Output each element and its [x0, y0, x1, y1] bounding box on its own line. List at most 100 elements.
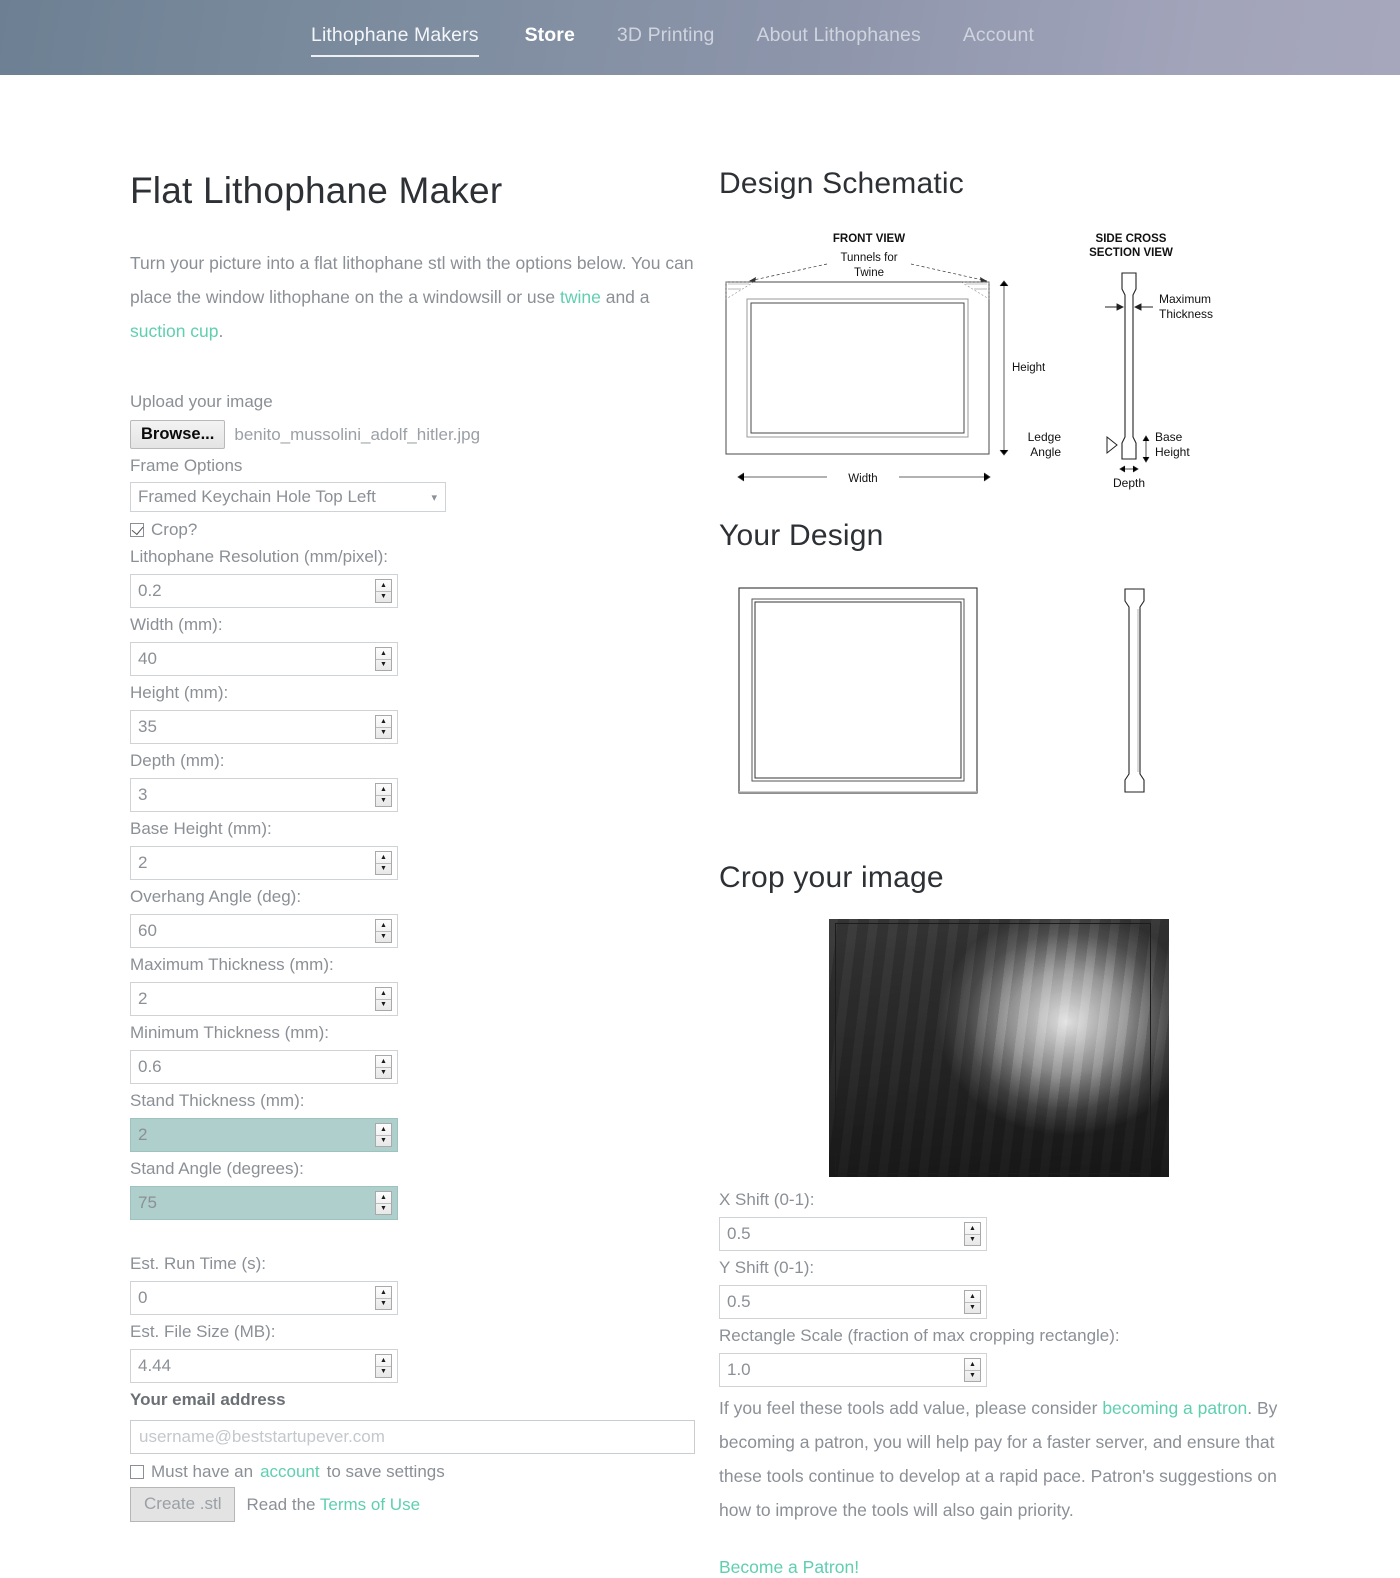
- crop-rectangle-overlay[interactable]: [835, 923, 1151, 1174]
- stepper-down-icon: ▼: [380, 1205, 387, 1213]
- nav-item-account[interactable]: Account: [963, 24, 1034, 55]
- stepper-up-icon[interactable]: ▲: [965, 1359, 980, 1371]
- stepper-est-run-time[interactable]: ▲ ▼: [375, 1286, 392, 1310]
- input-est-run-time[interactable]: 0 ▲ ▼: [130, 1281, 398, 1315]
- stepper-stand-angle: ▲ ▼: [375, 1191, 392, 1215]
- stepper-up-icon[interactable]: ▲: [376, 852, 391, 864]
- stepper-down-icon[interactable]: ▼: [376, 660, 391, 671]
- input-maximum-thickness[interactable]: 2 ▲ ▼: [130, 982, 398, 1016]
- frame-options-select[interactable]: Framed Keychain Hole Top Left ▾: [130, 482, 446, 512]
- save-settings-row[interactable]: Must have an account to save settings: [130, 1462, 700, 1482]
- input-value: 2: [138, 853, 148, 872]
- field-label-stand-angle: Stand Angle (degrees):: [130, 1159, 304, 1178]
- field-label-run-time: Est. Run Time (s):: [130, 1254, 267, 1273]
- stepper-down-icon[interactable]: ▼: [376, 1367, 391, 1378]
- stepper-down-icon[interactable]: ▼: [376, 864, 391, 875]
- input-x-shift[interactable]: 0.5 ▲ ▼: [719, 1217, 987, 1251]
- input-value: 3: [138, 785, 148, 804]
- stepper-minimum-thickness[interactable]: ▲ ▼: [375, 1055, 392, 1079]
- email-input[interactable]: username@beststartupever.com: [130, 1420, 695, 1454]
- input-minimum-thickness[interactable]: 0.6 ▲ ▼: [130, 1050, 398, 1084]
- field-label-x-shift: X Shift (0-1):: [719, 1190, 815, 1209]
- base-height-dimension: [1142, 435, 1150, 463]
- twine-link[interactable]: twine: [560, 287, 601, 307]
- browse-button[interactable]: Browse...: [130, 420, 226, 449]
- nav-item-lithophane-makers[interactable]: Lithophane Makers: [311, 24, 479, 57]
- suction-cup-link[interactable]: suction cup: [130, 321, 219, 341]
- input-base-height[interactable]: 2 ▲ ▼: [130, 846, 398, 880]
- stepper-down-icon[interactable]: ▼: [376, 932, 391, 943]
- stepper-down-icon[interactable]: ▼: [376, 796, 391, 807]
- stepper-up-icon[interactable]: ▲: [376, 920, 391, 932]
- nav-item-store[interactable]: Store: [525, 24, 575, 55]
- input-rectangle-scale[interactable]: 1.0 ▲ ▼: [719, 1353, 987, 1387]
- stepper-up-icon[interactable]: ▲: [965, 1223, 980, 1235]
- stepper-up-icon[interactable]: ▲: [376, 1056, 391, 1068]
- stepper-up-icon[interactable]: ▲: [376, 988, 391, 1000]
- chevron-down-icon: ▾: [431, 491, 437, 504]
- field-label-width: Width (mm):: [130, 615, 223, 634]
- base-height-label-line-2: Height: [1155, 445, 1190, 459]
- stepper-est-file-size[interactable]: ▲ ▼: [375, 1354, 392, 1378]
- stepper-depth[interactable]: ▲ ▼: [375, 783, 392, 807]
- frame-options-label: Frame Options: [130, 456, 243, 475]
- crop-checkbox[interactable]: [130, 523, 144, 537]
- upload-label: Upload your image: [130, 392, 273, 411]
- stepper-up-icon[interactable]: ▲: [376, 648, 391, 660]
- stepper-height[interactable]: ▲ ▼: [375, 715, 392, 739]
- stepper-down-icon[interactable]: ▼: [376, 728, 391, 739]
- tunnels-label-line-2: Twine: [854, 267, 884, 279]
- stepper-up-icon[interactable]: ▲: [376, 784, 391, 796]
- stepper-down-icon[interactable]: ▼: [376, 1068, 391, 1079]
- field-label-resolution: Lithophane Resolution (mm/pixel):: [130, 547, 388, 566]
- crop-checkbox-label: Crop?: [151, 520, 198, 539]
- stepper-up-icon[interactable]: ▲: [376, 1287, 391, 1299]
- stepper-down-icon[interactable]: ▼: [376, 1000, 391, 1011]
- stepper-up-icon[interactable]: ▲: [376, 580, 391, 592]
- create-stl-button[interactable]: Create .stl: [130, 1487, 236, 1522]
- stepper-up-icon[interactable]: ▲: [376, 1355, 391, 1367]
- stepper-x-shift[interactable]: ▲ ▼: [964, 1222, 981, 1246]
- input-y-shift[interactable]: 0.5 ▲ ▼: [719, 1285, 987, 1319]
- input-value: 1.0: [727, 1360, 751, 1379]
- input-depth[interactable]: 3 ▲ ▼: [130, 778, 398, 812]
- input-height[interactable]: 35 ▲ ▼: [130, 710, 398, 744]
- design-schematic-heading: Design Schematic: [719, 167, 964, 200]
- input-value: 35: [138, 717, 157, 736]
- becoming-a-patron-link[interactable]: becoming a patron: [1102, 1398, 1247, 1418]
- stepper-resolution[interactable]: ▲ ▼: [375, 579, 392, 603]
- nav-item-about-lithophanes[interactable]: About Lithophanes: [756, 24, 920, 55]
- stepper-width[interactable]: ▲ ▼: [375, 647, 392, 671]
- field-label-depth: Depth (mm):: [130, 751, 225, 770]
- stepper-up-icon[interactable]: ▲: [376, 716, 391, 728]
- account-link[interactable]: account: [260, 1462, 320, 1482]
- terms-of-use-link[interactable]: Terms of Use: [320, 1495, 420, 1514]
- input-lithophane-resolution[interactable]: 0.2 ▲ ▼: [130, 574, 398, 608]
- input-value: 0: [138, 1288, 148, 1307]
- input-overhang-angle[interactable]: 60 ▲ ▼: [130, 914, 398, 948]
- crop-image-area[interactable]: [719, 913, 1279, 1183]
- stepper-down-icon[interactable]: ▼: [376, 592, 391, 603]
- form-column: Flat Lithophane Maker Turn your picture …: [130, 170, 700, 1522]
- nav-item-3d-printing[interactable]: 3D Printing: [617, 24, 715, 55]
- stepper-up-icon[interactable]: ▲: [965, 1291, 980, 1303]
- front-view-inner-frame: [750, 302, 965, 434]
- input-est-file-size[interactable]: 4.44 ▲ ▼: [130, 1349, 398, 1383]
- become-a-patron-link[interactable]: Become a Patron!: [719, 1557, 1279, 1578]
- crop-checkbox-row[interactable]: Crop?: [130, 520, 700, 540]
- stepper-down-icon[interactable]: ▼: [965, 1303, 980, 1314]
- input-width[interactable]: 40 ▲ ▼: [130, 642, 398, 676]
- input-value: 2: [138, 1125, 148, 1144]
- stepper-overhang-angle[interactable]: ▲ ▼: [375, 919, 392, 943]
- stepper-y-shift[interactable]: ▲ ▼: [964, 1290, 981, 1314]
- save-settings-checkbox[interactable]: [130, 1465, 144, 1479]
- stepper-rectangle-scale[interactable]: ▲ ▼: [964, 1358, 981, 1382]
- stepper-maximum-thickness[interactable]: ▲ ▼: [375, 987, 392, 1011]
- stepper-base-height[interactable]: ▲ ▼: [375, 851, 392, 875]
- stepper-down-icon[interactable]: ▼: [965, 1235, 980, 1246]
- your-design-heading: Your Design: [719, 519, 884, 552]
- stepper-down-icon[interactable]: ▼: [376, 1299, 391, 1310]
- stepper-down-icon[interactable]: ▼: [965, 1371, 980, 1382]
- preview-column: Design Schematic FRONT VIEW Tunnels for …: [719, 167, 1279, 1578]
